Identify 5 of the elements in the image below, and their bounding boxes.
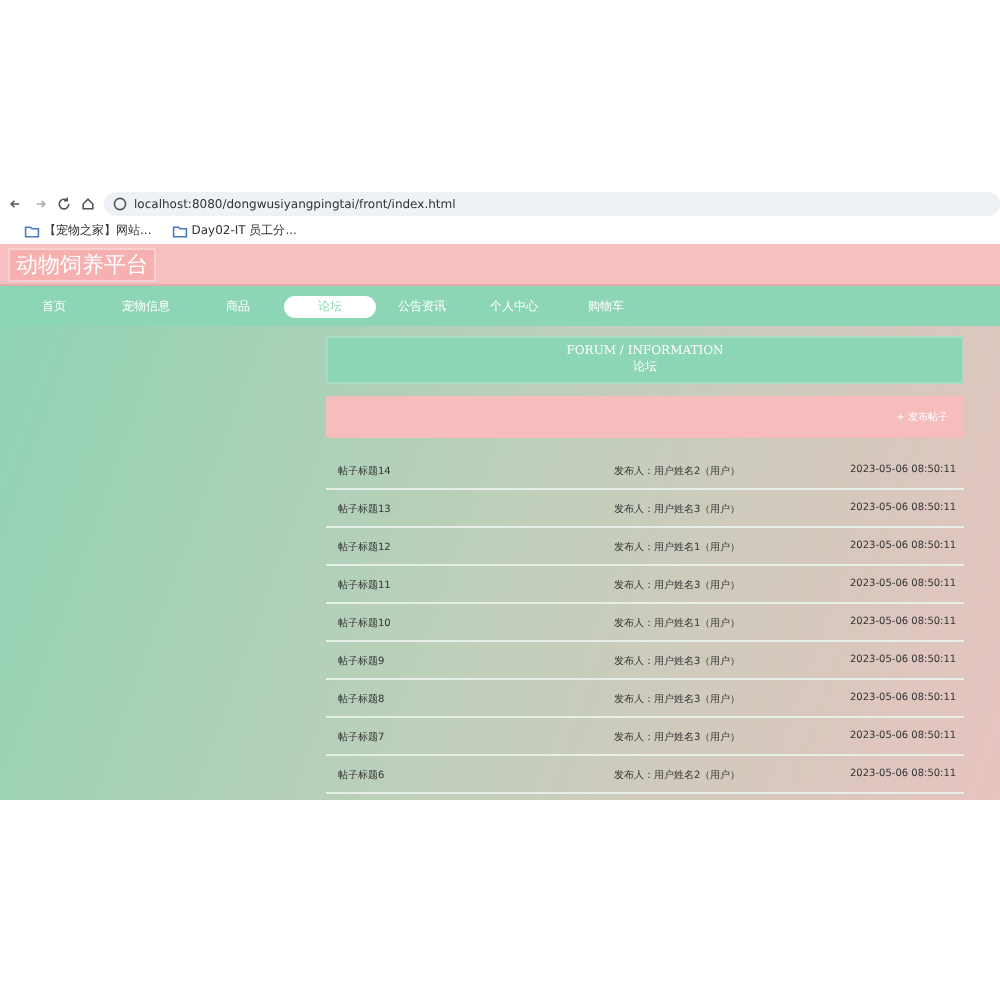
- folder-icon: [171, 223, 188, 239]
- folder-icon: [24, 223, 40, 239]
- back-icon[interactable]: [8, 196, 24, 212]
- refresh-icon[interactable]: [56, 196, 72, 212]
- home-icon[interactable]: [80, 196, 96, 212]
